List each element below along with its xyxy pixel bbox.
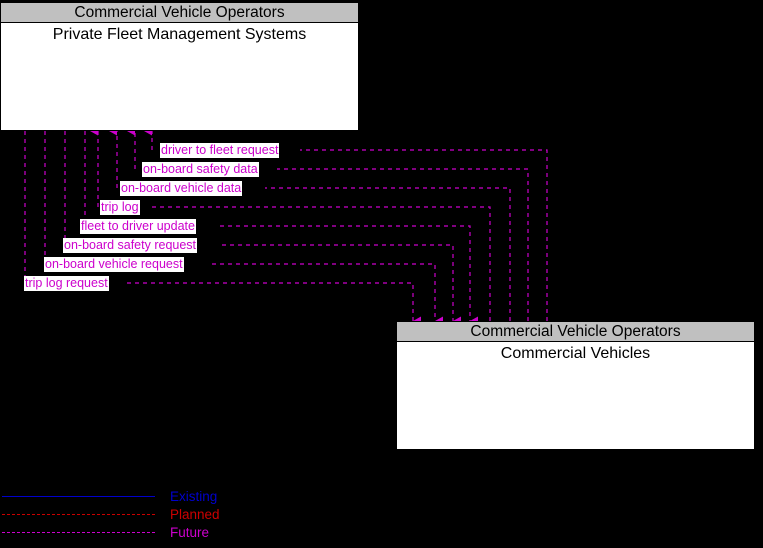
legend: Existing Planned Future [0, 488, 300, 544]
wire-on-board-safety-data-right [277, 168, 529, 321]
legend-line-future [2, 532, 155, 533]
wire-trip-log-right [148, 206, 491, 321]
wire-on-board-safety-request-right [222, 244, 461, 326]
legend-line-existing [2, 496, 155, 497]
flow-label-on-board-vehicle-request[interactable]: on-board vehicle request [44, 257, 184, 272]
legend-item-existing: Existing [0, 488, 300, 506]
entity-private-fleet-management-systems[interactable]: Commercial Vehicle Operators Private Fle… [0, 2, 359, 131]
wire-driver-to-fleet-request-right [300, 149, 548, 321]
legend-line-planned [2, 514, 155, 515]
legend-label-existing: Existing [170, 489, 218, 504]
wire-trip-log-request-right [127, 282, 421, 326]
wire-trip-log-request-left [24, 131, 26, 284]
legend-item-future: Future [0, 524, 300, 542]
entity-stereotype-label: Commercial Vehicle Operators [1, 3, 358, 23]
entity-name-label: Private Fleet Management Systems [52, 26, 307, 43]
flow-label-on-board-safety-request[interactable]: on-board safety request [63, 238, 198, 253]
flow-label-trip-log-request[interactable]: trip log request [24, 276, 109, 291]
legend-label-future: Future [170, 525, 210, 540]
flow-label-fleet-to-driver-update[interactable]: fleet to driver update [80, 219, 196, 234]
wire-on-board-vehicle-request-left [44, 131, 46, 265]
entity-name-label: Commercial Vehicles [500, 345, 651, 362]
legend-item-planned: Planned [0, 506, 300, 524]
wire-on-board-vehicle-data-right [265, 187, 511, 321]
flow-label-on-board-vehicle-data[interactable]: on-board vehicle data [120, 181, 243, 196]
flow-label-on-board-safety-data[interactable]: on-board safety data [142, 162, 259, 177]
wire-on-board-safety-request-left [63, 131, 66, 246]
entity-commercial-vehicles[interactable]: Commercial Vehicle Operators Commercial … [396, 321, 755, 450]
entity-stereotype-label: Commercial Vehicle Operators [397, 322, 754, 342]
wire-fleet-to-driver-update-left [80, 131, 86, 227]
wire-on-board-vehicle-request-right [212, 263, 443, 326]
diagram-canvas: Commercial Vehicle Operators Private Fle… [0, 0, 763, 548]
wire-fleet-to-driver-update-right [220, 225, 478, 326]
flow-label-driver-to-fleet-request[interactable]: driver to fleet request [160, 143, 280, 158]
flow-label-trip-log[interactable]: trip log [100, 200, 140, 215]
legend-label-planned: Planned [170, 507, 220, 522]
